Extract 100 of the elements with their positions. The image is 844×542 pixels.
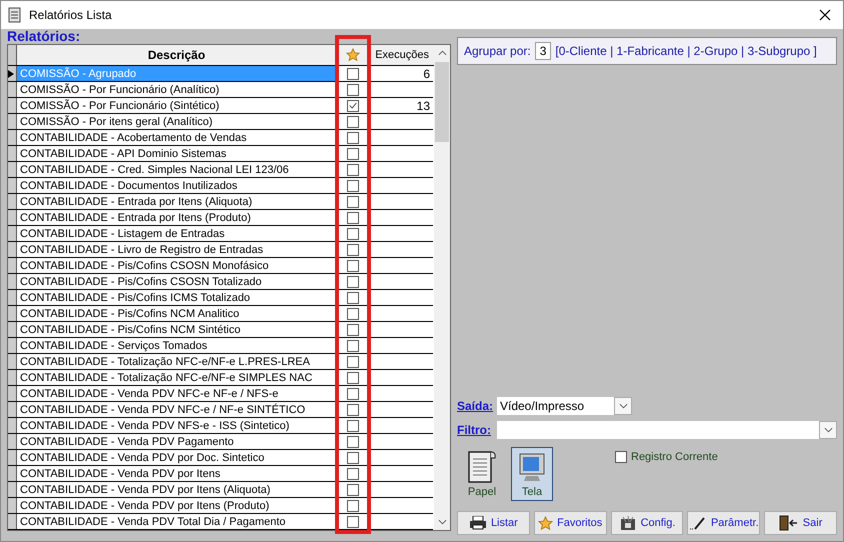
toolbar-button[interactable]: Config. [610, 511, 684, 535]
table-row[interactable]: CONTABILIDADE - Pis/Cofins ICMS Totalizado [8, 290, 433, 306]
table-row[interactable]: COMISSÃO - Por itens geral (Analítico) [8, 114, 433, 130]
checkbox[interactable] [615, 451, 627, 463]
favorite-checkbox[interactable] [346, 100, 358, 112]
table-cell: CONTABILIDADE - Venda PDV NFS-e - ISS (Sintetico) [20, 420, 290, 432]
table-row[interactable]: CONTABILIDADE - Venda PDV NFC-e NF-e / NFS-e [8, 386, 433, 402]
table-row[interactable]: CONTABILIDADE - Totalização NFC-e/NF-e L.PRES-LREA [8, 354, 433, 370]
favorite-checkbox[interactable] [346, 180, 358, 192]
favorite-checkbox[interactable] [346, 84, 358, 96]
row-indicator [8, 514, 17, 529]
table-row[interactable]: CONTABILIDADE - Venda PDV por Itens (Produto) [8, 498, 433, 514]
row-indicator [8, 450, 17, 465]
row-indicator [8, 82, 17, 97]
table-cell: CONTABILIDADE - Venda PDV Total Dia / Pagamento [20, 516, 286, 528]
favorite-checkbox[interactable] [346, 436, 358, 448]
table-row[interactable]: CONTABILIDADE - Venda PDV por Doc. Sintetico [8, 450, 433, 466]
table-row[interactable]: CONTABILIDADE - Venda PDV Pagamento [8, 434, 433, 450]
close-icon [819, 9, 831, 21]
favorite-checkbox[interactable] [346, 324, 358, 336]
output-mode-button[interactable]: Tela [511, 447, 553, 501]
table-row[interactable]: CONTABILIDADE - Pis/Cofins CSOSN Totalizado [8, 274, 433, 290]
table-row[interactable]: CONTABILIDADE - Pis/Cofins NCM Analitico [8, 306, 433, 322]
table-cell: 13 [416, 98, 430, 112]
table-cell: COMISSÃO - Por Funcionário (Analítico) [20, 84, 220, 96]
group-input[interactable]: 3 [534, 42, 552, 60]
table-row[interactable]: CONTABILIDADE - Pis/Cofins NCM Sintético [8, 322, 433, 338]
favorite-checkbox[interactable] [346, 132, 358, 144]
exit-door-icon [778, 515, 799, 531]
favorite-checkbox[interactable] [346, 292, 358, 304]
table-cell: CONTABILIDADE - Serviços Tomados [20, 340, 208, 352]
table-row[interactable]: CONTABILIDADE - Entrada por Itens (Produto) [8, 210, 433, 226]
scroll-down-icon[interactable] [438, 519, 446, 525]
table-row[interactable]: CONTABILIDADE - API Dominio Sistemas [8, 146, 433, 162]
table-row[interactable]: CONTABILIDADE - Venda PDV por Itens [8, 466, 433, 482]
row-indicator [8, 178, 17, 193]
favorite-checkbox[interactable] [346, 68, 358, 80]
table-cell: CONTABILIDADE - Pis/Cofins NCM Sintético [20, 324, 240, 336]
output-mode-button[interactable]: Papel [461, 447, 503, 501]
row-indicator [8, 114, 17, 129]
scroll-up-icon[interactable] [438, 50, 446, 56]
table-row[interactable]: CONTABILIDADE - Venda PDV NFC-e / NF-e SINTÉTICO [8, 402, 433, 418]
table-cell: CONTABILIDADE - Acobertamento de Vendas [20, 132, 247, 144]
favorite-checkbox[interactable] [346, 340, 358, 352]
table-row[interactable]: CONTABILIDADE - Serviços Tomados [8, 338, 433, 354]
favorite-checkbox[interactable] [346, 420, 358, 432]
toolbar-button[interactable]: Listar [457, 511, 530, 535]
table-cell: CONTABILIDADE - Entrada por Itens (Aliquota) [20, 196, 252, 208]
favorite-checkbox[interactable] [346, 116, 358, 128]
row-indicator [8, 386, 17, 401]
favorite-checkbox[interactable] [346, 276, 358, 288]
favorite-checkbox[interactable] [346, 404, 358, 416]
toolbar-button[interactable]: Parâmetr. [687, 511, 760, 535]
favorite-checkbox[interactable] [346, 484, 358, 496]
table-row[interactable]: CONTABILIDADE - Documentos Inutilizados [8, 178, 433, 194]
table-row[interactable]: CONTABILIDADE - Totalização NFC-e/NF-e SIMPLES NAC [8, 370, 433, 386]
favorite-checkbox[interactable] [346, 212, 358, 224]
table-row[interactable]: CONTABILIDADE - Venda PDV Total Dia / Pagamento [8, 514, 433, 530]
table-row[interactable]: CONTABILIDADE - Cred. Simples Nacional LEI 123/06 [8, 162, 433, 178]
toolbar-button[interactable]: Favoritos [534, 511, 607, 535]
row-indicator [8, 194, 17, 209]
star-icon [538, 516, 554, 530]
scroll-thumb[interactable] [435, 62, 449, 142]
favorite-checkbox[interactable] [346, 244, 358, 256]
table-row[interactable]: CONTABILIDADE - Venda PDV NFS-e - ISS (Sintetico) [8, 418, 433, 434]
favorite-checkbox[interactable] [346, 516, 358, 528]
favorite-checkbox[interactable] [346, 148, 358, 160]
group-label: Agrupar por: [464, 44, 531, 58]
table-cell: CONTABILIDADE - Venda PDV Pagamento [20, 436, 234, 448]
table-row[interactable]: CONTABILIDADE - Venda PDV por Itens (Aliquota) [8, 482, 433, 498]
favorite-checkbox[interactable] [346, 452, 358, 464]
favorite-checkbox[interactable] [346, 228, 358, 240]
favorite-checkbox[interactable] [346, 356, 358, 368]
table-row[interactable]: COMISSÃO - Por Funcionário (Sintético) 13 [8, 98, 433, 114]
window-title: Relatórios Lista [29, 8, 113, 22]
favorite-checkbox[interactable] [346, 500, 358, 512]
row-indicator [8, 226, 17, 241]
favorite-checkbox[interactable] [346, 164, 358, 176]
favorite-checkbox[interactable] [346, 372, 358, 384]
favorite-checkbox[interactable] [346, 388, 358, 400]
table-cell: CONTABILIDADE - Entrada por Itens (Produto) [20, 212, 251, 224]
column-header[interactable]: Descrição [17, 45, 337, 65]
table-row[interactable]: CONTABILIDADE - Pis/Cofins CSOSN Monofásico [8, 258, 433, 274]
output-dropdown[interactable]: Vídeo/Impresso [497, 397, 632, 415]
table-cell: CONTABILIDADE - Totalização NFC-e/NF-e L.PRES-LREA [20, 356, 310, 368]
table-row[interactable]: CONTABILIDADE - Livro de Registro de Entradas [8, 242, 433, 258]
table-cell: CONTABILIDADE - Venda PDV NFC-e NF-e / NFS-e [20, 388, 278, 400]
column-header[interactable]: Execuções [369, 45, 433, 65]
star-icon[interactable] [346, 48, 360, 62]
toolbar-button[interactable]: Sair [764, 511, 837, 535]
table-row[interactable]: COMISSÃO - Por Funcionário (Analítico) [8, 82, 433, 98]
favorite-checkbox[interactable] [346, 468, 358, 480]
favorite-checkbox[interactable] [346, 196, 358, 208]
table-cell: CONTABILIDADE - Listagem de Entradas [20, 228, 225, 240]
table-row[interactable]: CONTABILIDADE - Entrada por Itens (Aliquota) [8, 194, 433, 210]
chevron-down-icon [618, 403, 628, 409]
favorite-checkbox[interactable] [346, 260, 358, 272]
favorite-checkbox[interactable] [346, 308, 358, 320]
table-row[interactable]: CONTABILIDADE - Listagem de Entradas [8, 226, 433, 242]
table-row[interactable]: CONTABILIDADE - Acobertamento de Vendas [8, 130, 433, 146]
